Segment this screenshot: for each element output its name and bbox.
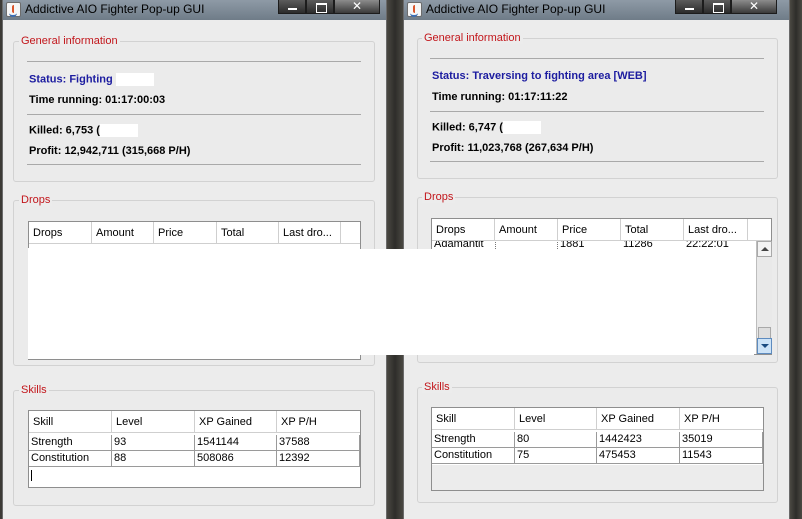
minimize-button[interactable]	[278, 0, 306, 14]
window-title: Addictive AIO Fighter Pop-up GUI	[25, 2, 205, 16]
column-header-total[interactable]: Total	[217, 222, 279, 244]
close-button[interactable]	[334, 0, 380, 14]
status-text: Status: Traversing to fighting area [WEB…	[432, 70, 647, 82]
column-header-total[interactable]: Total	[621, 219, 684, 241]
desktop-background-right	[790, 0, 802, 519]
separator	[27, 164, 361, 165]
java-app-icon[interactable]	[6, 2, 21, 17]
drops-title: Drops	[19, 194, 53, 206]
general-information-title: General information	[19, 35, 120, 47]
column-header-last-drop[interactable]: Last dro...	[279, 222, 341, 244]
cell-skill: Strength	[432, 432, 515, 448]
cell-xp-gained: 1541144	[195, 435, 277, 451]
general-information-group	[417, 38, 778, 179]
close-button[interactable]	[731, 0, 777, 14]
cell-skill: Constitution	[29, 451, 112, 467]
skills-title: Skills	[422, 381, 452, 393]
time-running-text: Time running: 01:17:11:22	[432, 91, 568, 103]
column-header-xp-gained[interactable]: XP Gained	[195, 411, 277, 433]
scroll-down-arrow-icon[interactable]	[757, 338, 772, 354]
right-window-titlebar[interactable]: Addictive AIO Fighter Pop-up GUI	[404, 0, 789, 20]
left-window-titlebar[interactable]: Addictive AIO Fighter Pop-up GUI	[3, 0, 386, 20]
cell-xp-gained: 475453	[597, 448, 680, 464]
cell-skill: Strength	[29, 435, 112, 451]
cell-xp-per-hour: 11543	[680, 448, 763, 464]
skills-table[interactable]: Skill Level XP Gained XP P/H Strength 93…	[28, 410, 361, 488]
general-information-title: General information	[422, 32, 523, 44]
cell-level: 88	[112, 451, 195, 467]
column-header-skill[interactable]: Skill	[29, 411, 112, 433]
window-title: Addictive AIO Fighter Pop-up GUI	[426, 2, 606, 16]
separator	[430, 111, 764, 112]
drops-vertical-scrollbar[interactable]	[756, 241, 772, 354]
cell-xp-per-hour: 35019	[680, 432, 763, 448]
separator	[430, 58, 764, 59]
column-header-drops[interactable]: Drops	[432, 219, 495, 241]
drops-title: Drops	[422, 191, 456, 203]
killed-text: Killed: 6,747 (	[432, 121, 541, 134]
cell-xp-per-hour: 37588	[277, 435, 360, 451]
time-running-text: Time running: 01:17:00:03	[29, 94, 166, 106]
column-header-xp-gained[interactable]: XP Gained	[597, 408, 680, 430]
cell-xp-per-hour: 12392	[277, 451, 360, 467]
redacted-area	[360, 249, 754, 355]
maximize-button[interactable]	[703, 0, 731, 14]
scroll-up-arrow-icon[interactable]	[757, 241, 772, 257]
column-header-price[interactable]: Price	[154, 222, 217, 244]
cell-level: 93	[112, 435, 195, 451]
minimize-button[interactable]	[675, 0, 703, 14]
cell-skill: Constitution	[432, 448, 515, 464]
column-header-amount[interactable]: Amount	[92, 222, 154, 244]
cell-xp-gained: 1442423	[597, 432, 680, 448]
profit-text: Profit: 12,942,711 (315,668 P/H)	[29, 145, 191, 157]
drops-table-header: Drops Amount Price Total Last dro...	[432, 219, 771, 241]
column-header-drops[interactable]: Drops	[29, 222, 92, 244]
column-header-amount[interactable]: Amount	[495, 219, 558, 241]
empty-table-area	[432, 465, 763, 490]
drops-table-header: Drops Amount Price Total Last dro...	[29, 222, 360, 244]
skills-title: Skills	[19, 384, 49, 396]
killed-text: Killed: 6,753 (	[29, 124, 138, 137]
redacted-area	[502, 121, 541, 134]
redacted-area	[99, 124, 138, 137]
separator	[27, 114, 361, 115]
column-header-xp-per-hour[interactable]: XP P/H	[680, 408, 763, 430]
redacted-area	[115, 73, 154, 86]
maximize-button[interactable]	[306, 0, 334, 14]
status-text: Status: Fighting	[29, 73, 154, 86]
column-header-last-drop[interactable]: Last dro...	[684, 219, 748, 241]
column-header-level[interactable]: Level	[515, 408, 597, 430]
column-header-price[interactable]: Price	[558, 219, 621, 241]
separator	[430, 161, 764, 162]
cell-xp-gained: 508086	[195, 451, 277, 467]
skills-table[interactable]: Skill Level XP Gained XP P/H Strength 80…	[431, 407, 764, 491]
text-cursor	[31, 470, 32, 481]
separator	[27, 61, 361, 62]
skills-table-header: Skill Level XP Gained XP P/H	[29, 411, 360, 433]
column-header-level[interactable]: Level	[112, 411, 195, 433]
redacted-area	[28, 248, 360, 359]
java-app-icon[interactable]	[407, 2, 422, 17]
cell-level: 80	[515, 432, 597, 448]
cell-level: 75	[515, 448, 597, 464]
column-header-skill[interactable]: Skill	[432, 408, 515, 430]
general-information-group	[13, 41, 375, 182]
profit-text: Profit: 11,023,768 (267,634 P/H)	[432, 142, 594, 154]
column-header-xp-per-hour[interactable]: XP P/H	[277, 411, 360, 433]
skills-table-header: Skill Level XP Gained XP P/H	[432, 408, 763, 430]
